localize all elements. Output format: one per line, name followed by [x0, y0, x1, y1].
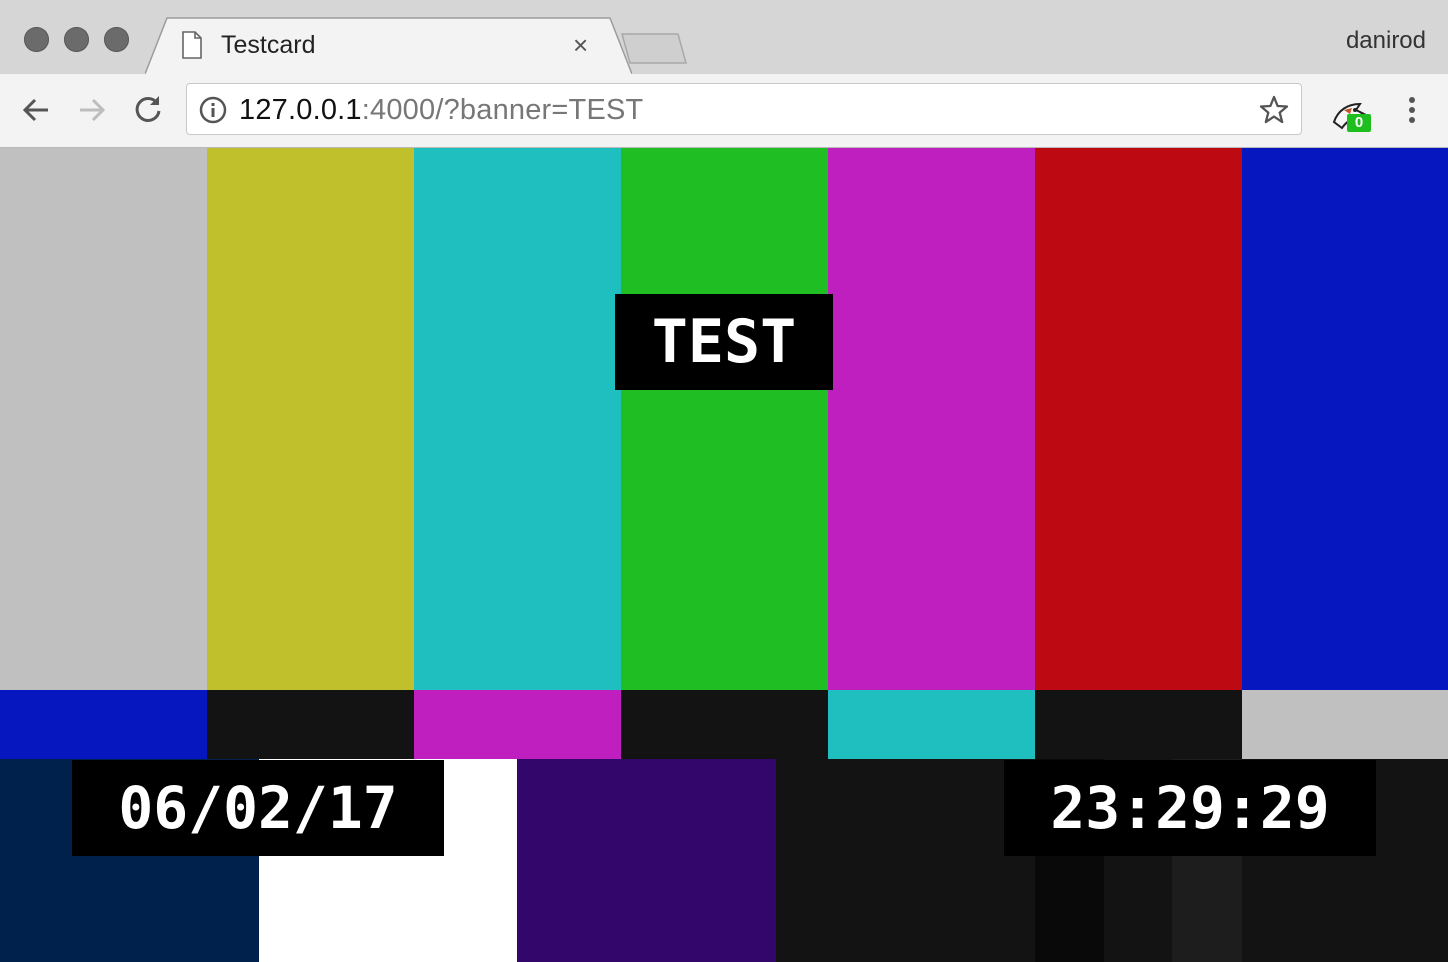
top-bar-6: [1035, 148, 1242, 690]
banner-label: TEST: [615, 294, 833, 390]
tab-title: Testcard: [221, 31, 316, 59]
profile-name[interactable]: danirod: [1346, 27, 1426, 55]
new-tab-button[interactable]: [620, 32, 690, 66]
browser-window-frame: Testcard × danirod 127.0.0.1:4000/?banne…: [0, 0, 1448, 148]
time-label: 23:29:29: [1004, 760, 1376, 856]
bottom-bar-3: [517, 759, 776, 962]
middle-bar-1: [0, 690, 207, 759]
browser-toolbar: 127.0.0.1:4000/?banner=TEST 0: [0, 74, 1448, 148]
middle-bar-4: [621, 690, 828, 759]
top-bar-1: [0, 148, 207, 690]
info-icon[interactable]: [199, 96, 227, 124]
top-bar-7: [1242, 148, 1448, 690]
date-label: 06/02/17: [72, 760, 444, 856]
extension-badge: 0: [1347, 114, 1371, 132]
testcard-canvas: TEST 06/02/17 23:29:29: [0, 148, 1448, 962]
url-text[interactable]: 127.0.0.1:4000/?banner=TEST: [239, 94, 643, 127]
back-arrow-icon[interactable]: [18, 92, 54, 128]
close-tab-icon[interactable]: ×: [573, 31, 588, 59]
url-host: 127.0.0.1: [239, 94, 362, 126]
tab-testcard[interactable]: Testcard ×: [145, 17, 632, 75]
middle-bar-5: [828, 690, 1035, 759]
forward-arrow-icon[interactable]: [74, 92, 110, 128]
bookmark-star-icon[interactable]: [1259, 95, 1289, 125]
zoom-window-button[interactable]: [104, 27, 129, 52]
url-path: :4000/?banner=TEST: [361, 94, 644, 126]
close-window-button[interactable]: [24, 27, 49, 52]
top-bar-4: [621, 148, 828, 690]
middle-bar-6: [1035, 690, 1242, 759]
minimize-window-button[interactable]: [64, 27, 89, 52]
middle-bar-2: [207, 690, 414, 759]
top-bar-5: [828, 148, 1035, 690]
middle-bar-3: [414, 690, 621, 759]
tab-strip: Testcard × danirod: [0, 0, 1448, 75]
reload-icon[interactable]: [130, 92, 166, 128]
middle-bar-7: [1242, 690, 1448, 759]
menu-dots-icon[interactable]: [1400, 94, 1424, 128]
top-bar-3: [414, 148, 621, 690]
address-bar[interactable]: 127.0.0.1:4000/?banner=TEST: [186, 83, 1302, 135]
top-bar-2: [207, 148, 414, 690]
bottom-bar-4: [776, 759, 1035, 962]
tab-shape: [145, 17, 632, 75]
